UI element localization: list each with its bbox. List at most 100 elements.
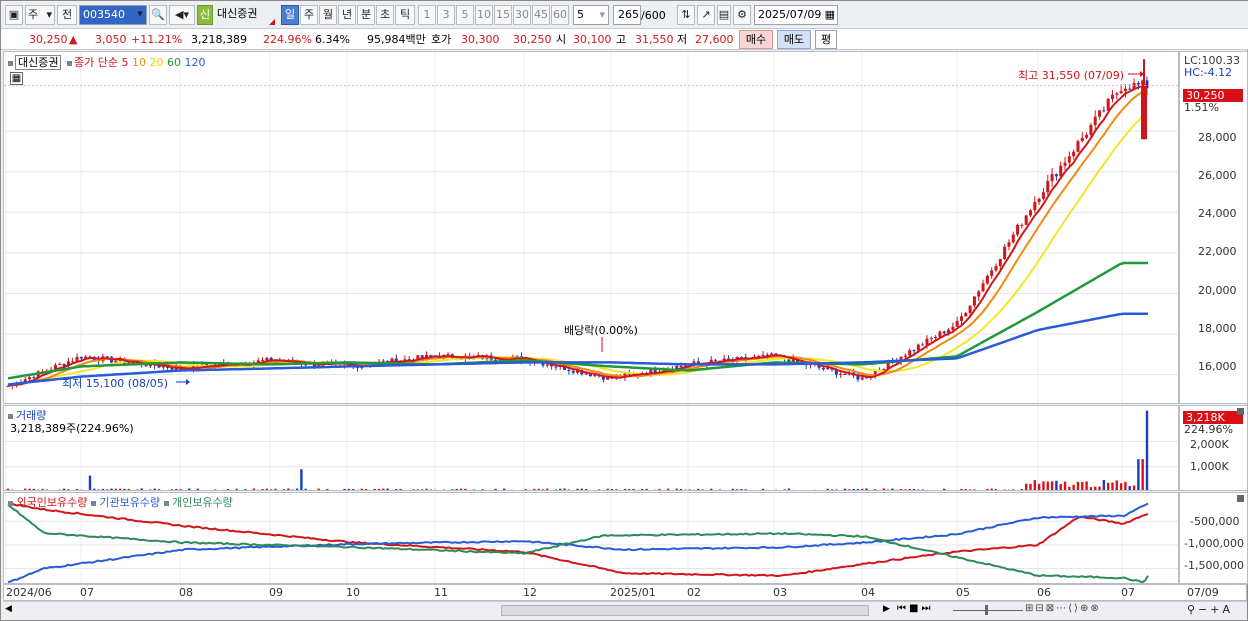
period-second[interactable]: 초: [376, 5, 394, 25]
period-tick[interactable]: 틱: [395, 5, 415, 25]
volume-axis[interactable]: 3,218K 224.96% 2,000K 1,000K: [1179, 405, 1248, 491]
prev-button[interactable]: 전: [57, 5, 77, 25]
pane-close-icon[interactable]: [1237, 408, 1244, 415]
open-label: 시: [556, 33, 567, 46]
candle-body: [761, 354, 765, 356]
draw-line-icon[interactable]: ↗: [697, 5, 715, 25]
volume-bar: [650, 490, 652, 491]
volume-bar: [822, 490, 824, 491]
market-select[interactable]: 주 ▾: [25, 5, 55, 25]
playback-controls-icon[interactable]: ⏮■⏭: [897, 603, 933, 614]
sell-button[interactable]: 매도: [777, 30, 811, 49]
x-tick: 2024/06: [6, 586, 52, 599]
scroll-thumb[interactable]: [501, 605, 869, 616]
count-input[interactable]: 265: [613, 5, 641, 25]
volume-bar: [516, 490, 518, 491]
volume-bar: [1020, 489, 1024, 490]
volume-pane[interactable]: 거래량 3,218,389주(224.96%): [3, 405, 1179, 491]
chart-tools-icon[interactable]: ⊞⊟⊠⋯⟨⟩⊕⊗: [1025, 603, 1101, 614]
volume-bar: [623, 488, 627, 490]
zoom-icons[interactable]: ⚲−+A: [1187, 603, 1233, 616]
minute-60[interactable]: 60: [551, 5, 569, 25]
y-tick-16000: 16,000: [1198, 360, 1237, 373]
period-minute[interactable]: 분: [357, 5, 375, 25]
volume-bar: [684, 489, 687, 490]
candle-body: [977, 291, 981, 297]
avg-button[interactable]: 평: [815, 30, 837, 49]
candle-body: [916, 344, 920, 351]
period-month[interactable]: 월: [319, 5, 337, 25]
volume-bar: [464, 488, 467, 490]
zoom-slider-thumb[interactable]: [985, 605, 988, 615]
gear-icon[interactable]: ⚙: [733, 5, 751, 25]
volume-bar: [490, 490, 492, 491]
pane-close-icon[interactable]: [1237, 495, 1244, 502]
unit-value: 5: [577, 8, 584, 21]
chevron-down-icon[interactable]: ▾: [133, 5, 147, 25]
minute-3[interactable]: 3: [437, 5, 455, 25]
minute-5[interactable]: 5: [456, 5, 474, 25]
zoom-slider[interactable]: [953, 610, 1023, 611]
candle-body: [1102, 110, 1106, 112]
unit-select[interactable]: 5 ▾: [573, 5, 609, 25]
volume-bar: [28, 488, 31, 490]
volume-bar: [818, 490, 820, 491]
current-price: 30,250: [29, 33, 68, 46]
volume-bar: [1037, 483, 1041, 490]
chevron-down-icon: ▾: [46, 8, 52, 21]
calendar-icon[interactable]: ▦: [825, 6, 835, 24]
legend-stock-name[interactable]: 대신증권: [15, 55, 62, 70]
volume-bar: [282, 489, 286, 490]
horizontal-scrollbar[interactable]: ◀ ▶ ⏮■⏭ ⊞⊟⊠⋯⟨⟩⊕⊗ ⚲−+A: [3, 601, 1247, 619]
candle-body: [839, 373, 843, 375]
legend-ma20: 20: [149, 56, 164, 69]
candle-body: [925, 338, 929, 345]
period-day[interactable]: 일: [281, 5, 299, 25]
minute-30[interactable]: 30: [513, 5, 531, 25]
candle-body: [951, 326, 955, 330]
date-value: 2025/07/09: [758, 8, 822, 21]
minute-10[interactable]: 10: [475, 5, 493, 25]
volume-bar: [321, 489, 325, 490]
speaker-icon[interactable]: ◀▾: [169, 5, 195, 25]
x-tick: 07: [80, 586, 94, 599]
volume-bar: [856, 489, 860, 490]
search-icon[interactable]: 🔍: [149, 5, 167, 25]
volume-bar: [602, 489, 605, 490]
volume-bar: [507, 490, 509, 491]
volume-bar: [753, 489, 756, 490]
date-input[interactable]: 2025/07/09 ▦: [754, 5, 838, 25]
volume-bar: [62, 488, 66, 490]
save-icon[interactable]: ▤: [717, 5, 731, 25]
period-week[interactable]: 주: [300, 5, 318, 25]
high-candle-body: [1141, 85, 1147, 140]
candle-style-icon[interactable]: ⇅: [677, 5, 695, 25]
table-icon[interactable]: ▦: [10, 72, 23, 85]
minute-45[interactable]: 45: [532, 5, 550, 25]
candle-body: [28, 377, 32, 380]
holding-pane[interactable]: 외국인보유수량 기관보유수량 개인보유수량: [3, 492, 1179, 584]
volume-bar: [1141, 459, 1144, 490]
minute-15[interactable]: 15: [494, 5, 512, 25]
volume-bar: [956, 490, 958, 491]
volume-bar: [843, 488, 847, 490]
candle-body: [1110, 94, 1114, 99]
volume-bar: [1042, 481, 1045, 490]
scroll-left-icon[interactable]: ◀: [5, 604, 12, 614]
price-axis[interactable]: LC:100.33 HC:-4.12 30,250 1.51% 28,000 2…: [1179, 51, 1248, 404]
volume-bar: [706, 490, 708, 491]
volume-bar: [339, 490, 341, 491]
candle-body: [1046, 181, 1050, 193]
window-layout-icon[interactable]: ▣: [5, 5, 23, 25]
price-pane[interactable]: 대신증권 종가 단순 5 10 20 60 120 ▦ 최고 31,550 (0…: [3, 51, 1179, 404]
volume-bar: [882, 488, 886, 490]
volume-bar: [317, 488, 320, 490]
volume-bar: [973, 489, 976, 490]
candle-body: [921, 344, 925, 346]
buy-button[interactable]: 매수: [739, 30, 773, 49]
holding-axis[interactable]: -500,000 -1,000,000 -1,500,000: [1179, 492, 1248, 584]
minute-1[interactable]: 1: [418, 5, 436, 25]
period-year[interactable]: 년: [338, 5, 356, 25]
volume-bar: [351, 489, 355, 490]
scroll-right-icon[interactable]: ▶: [883, 604, 890, 614]
